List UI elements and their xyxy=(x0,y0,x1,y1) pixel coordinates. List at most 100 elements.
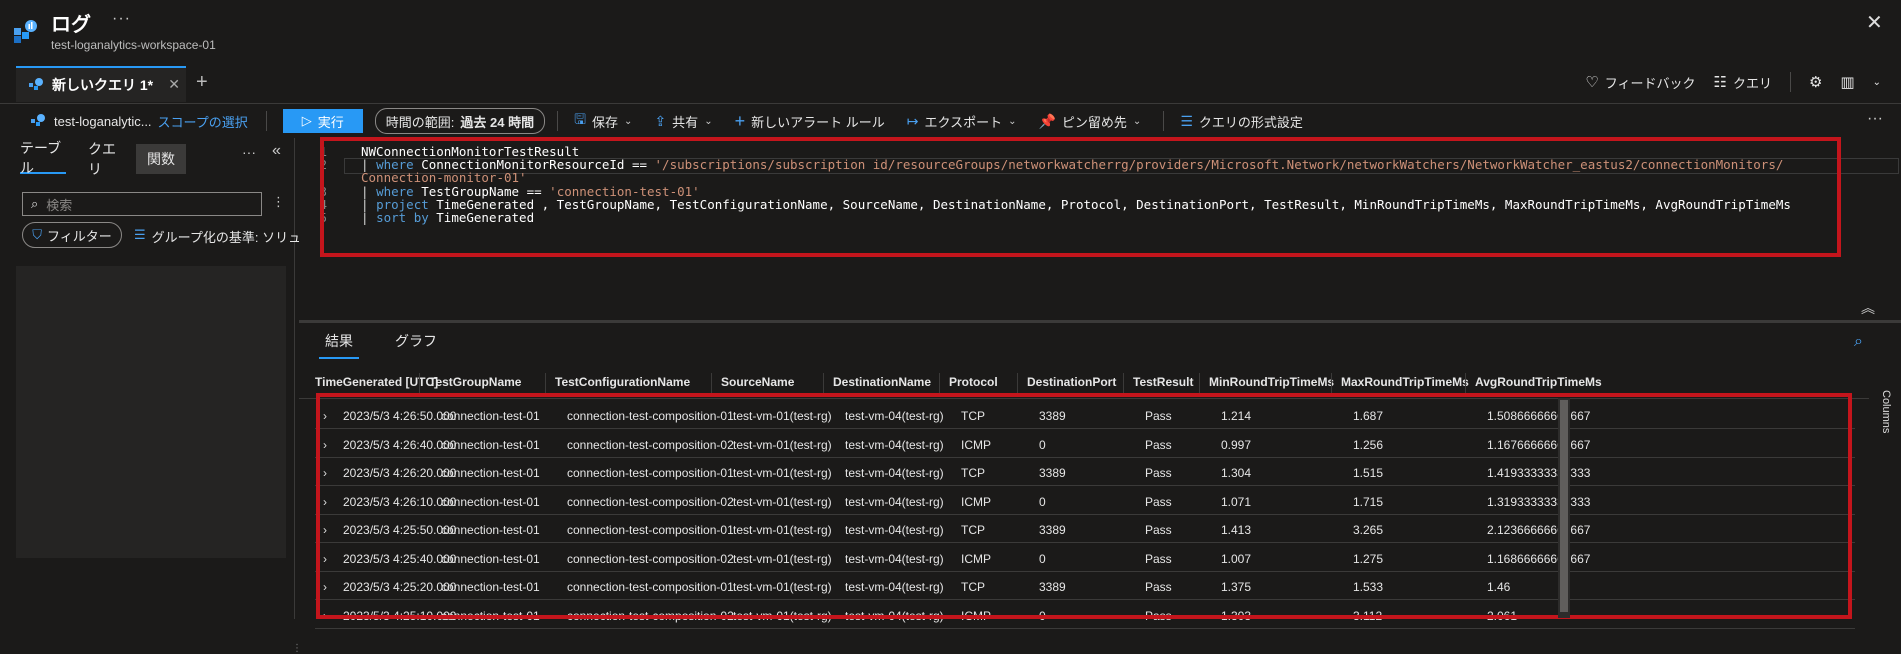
feedback-label: フィードバック xyxy=(1604,75,1696,91)
more-icon[interactable]: ··· xyxy=(112,10,131,28)
search-icon[interactable]: ⌕ xyxy=(1854,333,1863,351)
feedback-button[interactable]: ♡ フィードバック xyxy=(1585,73,1695,92)
log-analytics-icon xyxy=(29,78,43,90)
pin-label: ピン留め先 xyxy=(1061,114,1127,130)
collapse-editor-icon[interactable]: ︽ xyxy=(1861,298,1875,318)
query-list-icon: ☷ xyxy=(1713,74,1727,91)
pin-icon: 📌 xyxy=(1038,112,1056,129)
tab-functions[interactable]: 関数 xyxy=(136,144,186,174)
chevron-down-icon: ⌄ xyxy=(1132,115,1142,127)
chevron-down-icon: ⌄ xyxy=(1008,115,1017,127)
header-actions: ♡ フィードバック ☷ クエリ ⚙ ▥ ⌄ xyxy=(1585,72,1881,92)
column-header[interactable]: MinRoundTripTimeMs xyxy=(1209,375,1334,389)
heart-icon: ♡ xyxy=(1585,74,1599,91)
tab-tables[interactable]: テーブル xyxy=(20,140,66,176)
columns-label[interactable]: Columns xyxy=(1880,390,1892,433)
tab-chart[interactable]: グラフ xyxy=(395,331,437,359)
column-header[interactable]: DestinationName xyxy=(833,375,931,389)
column-divider[interactable] xyxy=(1331,373,1332,393)
time-range-label: 時間の範囲: xyxy=(385,114,455,130)
column-header[interactable]: Protocol xyxy=(949,375,998,389)
chevron-down-icon: ⌄ xyxy=(624,115,633,127)
group-by-selector[interactable]: ☰ グループ化の基準: ソリュ xyxy=(134,227,301,246)
tab-queries[interactable]: クエリ xyxy=(88,141,122,177)
splitter-handle[interactable]: ⋮ xyxy=(292,643,302,654)
book-icon[interactable]: ▥ xyxy=(1840,73,1854,91)
run-button[interactable]: ▷ 実行 xyxy=(282,109,363,133)
save-label: 保存 xyxy=(592,114,619,130)
settings-icon[interactable]: ⚙ xyxy=(1809,73,1822,91)
title-bar: ログ ··· test-loganalytics-workspace-01 ✕ xyxy=(0,0,1901,62)
column-divider[interactable] xyxy=(1123,373,1124,393)
search-placeholder: 検索 xyxy=(46,197,73,213)
log-analytics-icon xyxy=(14,20,37,43)
log-analytics-icon xyxy=(31,114,45,126)
filter-label: フィルター xyxy=(47,228,112,244)
share-label: 共有 xyxy=(672,114,699,130)
workspace-name: test-loganalytics-workspace-01 xyxy=(51,38,216,52)
format-label: クエリの形式設定 xyxy=(1198,114,1303,130)
column-divider[interactable] xyxy=(1199,373,1200,393)
pin-to-button[interactable]: 📌 ピン留め先 ⌄ xyxy=(1038,112,1141,131)
column-divider[interactable] xyxy=(711,373,712,393)
chevron-down-icon[interactable]: ⌄ xyxy=(1873,77,1881,88)
export-icon: ↦ xyxy=(906,112,919,129)
time-range-picker[interactable]: 時間の範囲: 過去 24 時間 xyxy=(374,108,546,134)
save-icon: 🖫 xyxy=(574,111,587,127)
column-header[interactable]: DestinationPort xyxy=(1027,375,1116,389)
schema-list xyxy=(16,266,286,558)
more-icon[interactable]: ··· xyxy=(1867,110,1883,128)
tab-new-query-1[interactable]: 新しいクエリ 1* ✕ xyxy=(16,66,186,102)
scope-name: test-loganalytic... xyxy=(54,113,152,129)
search-icon: ⌕ xyxy=(31,196,39,211)
share-button[interactable]: ⇪ 共有 ⌄ xyxy=(654,112,712,131)
page-title: ログ xyxy=(51,14,91,36)
column-divider[interactable] xyxy=(1017,373,1018,393)
export-button[interactable]: ↦ エクスポート ⌄ xyxy=(907,112,1017,131)
column-header[interactable]: MaxRoundTripTimeMs xyxy=(1341,375,1469,389)
column-header[interactable]: TestGroupName xyxy=(429,375,521,389)
format-query-button[interactable]: ☰ クエリの形式設定 xyxy=(1180,112,1303,131)
divider xyxy=(1789,72,1791,92)
export-label: エクスポート xyxy=(924,114,1003,130)
schema-panel: テーブル クエリ 関数 ··· « ⌕ 検索 ⋮ ⛉ フィルター ☰ グループ化… xyxy=(0,138,302,654)
chevron-down-icon: ⌄ xyxy=(704,115,713,127)
queries-label: クエリ xyxy=(1732,75,1772,91)
filter-icon: ⛉ xyxy=(32,227,42,242)
run-label: 実行 xyxy=(317,114,344,130)
divider xyxy=(557,111,559,131)
group-by-label: グループ化の基準: ソリュ xyxy=(151,230,302,245)
results-tabs: 結果 グラフ xyxy=(319,331,437,359)
filter-button[interactable]: ⛉ フィルター xyxy=(22,222,122,248)
column-divider[interactable] xyxy=(823,373,824,393)
column-divider[interactable] xyxy=(545,373,546,393)
divider xyxy=(265,111,267,131)
group-icon: ☰ xyxy=(134,227,146,242)
close-tab-icon[interactable]: ✕ xyxy=(168,76,180,93)
more-vertical-icon[interactable]: ⋮ xyxy=(272,194,285,210)
search-input[interactable]: ⌕ 検索 xyxy=(22,192,262,216)
more-icon[interactable]: ··· xyxy=(242,144,256,160)
column-header[interactable]: AvgRoundTripTimeMs xyxy=(1475,375,1602,389)
tab-label: 新しいクエリ 1* xyxy=(52,77,154,93)
column-header[interactable]: SourceName xyxy=(721,375,794,389)
column-divider[interactable] xyxy=(939,373,940,393)
column-divider[interactable] xyxy=(1465,373,1466,393)
collapse-icon[interactable]: « xyxy=(272,142,281,160)
select-scope-link[interactable]: スコープの選択 xyxy=(158,112,248,131)
column-divider[interactable] xyxy=(419,373,420,393)
query-tab-bar: 新しいクエリ 1* ✕ + ♡ フィードバック ☷ クエリ ⚙ ▥ ⌄ xyxy=(0,62,1901,104)
queries-button[interactable]: ☷ クエリ xyxy=(1714,73,1772,92)
column-header[interactable]: TestResult xyxy=(1133,375,1193,389)
toolbar: test-loganalytic... スコープの選択 ▷ 実行 時間の範囲: … xyxy=(0,104,1901,138)
add-tab-icon[interactable]: + xyxy=(196,71,208,94)
new-alert-rule-button[interactable]: + 新しいアラート ルール xyxy=(735,111,885,132)
share-icon: ⇪ xyxy=(654,112,667,129)
close-icon[interactable]: ✕ xyxy=(1866,10,1883,35)
highlight-frame xyxy=(316,393,1852,619)
save-button[interactable]: 🖫 保存 ⌄ xyxy=(574,109,632,133)
tab-results[interactable]: 結果 xyxy=(319,331,359,359)
highlight-frame xyxy=(320,137,1841,257)
scrollbar-thumb[interactable] xyxy=(1560,400,1568,612)
column-header[interactable]: TestConfigurationName xyxy=(555,375,690,389)
